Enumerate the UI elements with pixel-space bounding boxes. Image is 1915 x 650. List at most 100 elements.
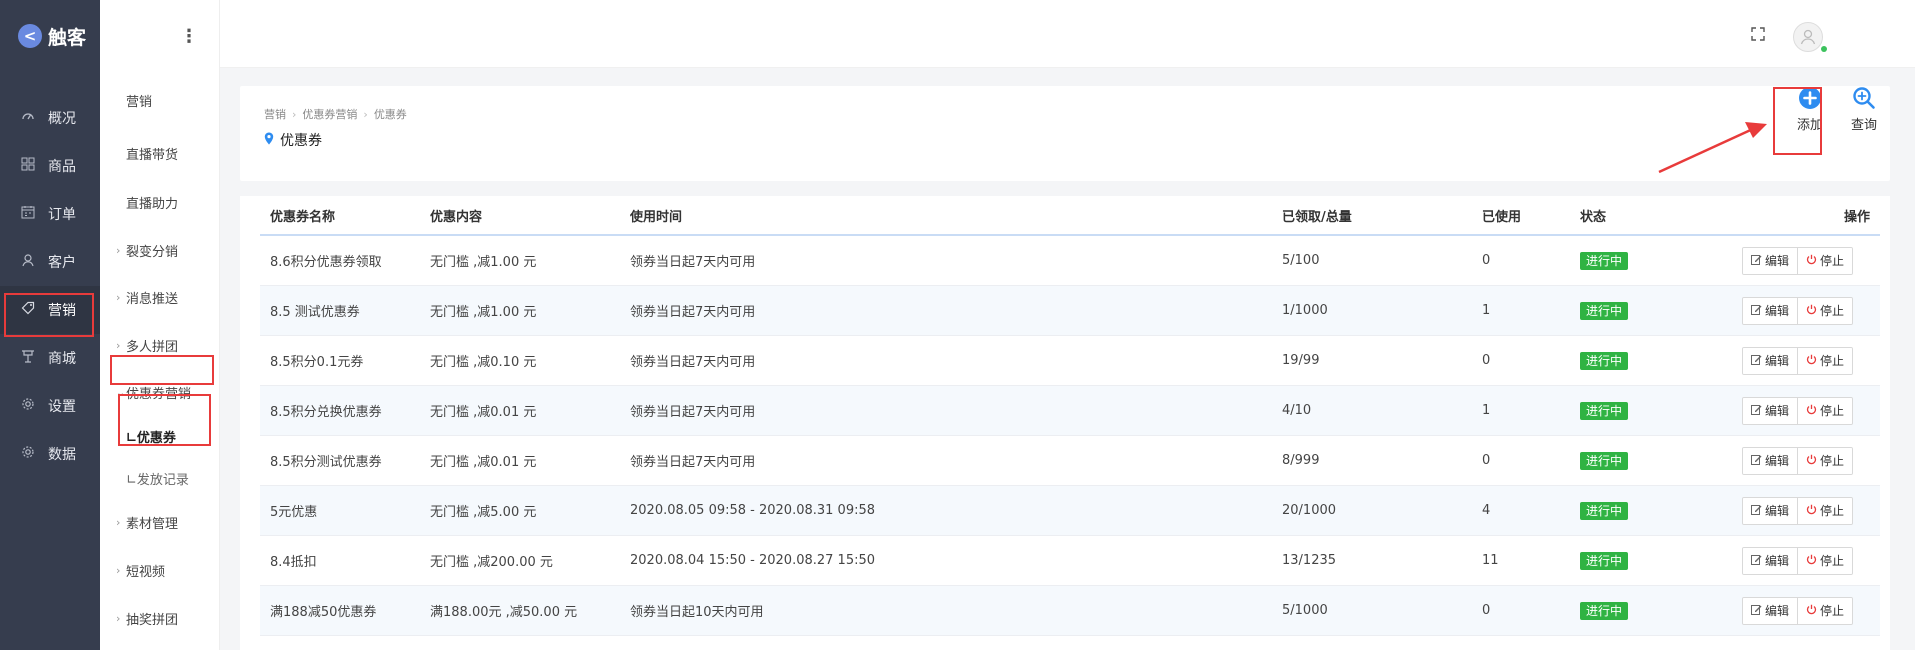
cell-content: 无门槛 ,减200.00 元 [430,555,553,570]
submenu-item[interactable]: › 多人拼团 [100,333,220,357]
chevron-right-icon: › [116,563,121,577]
submenu-item-label: 直播带货 [126,147,179,163]
stop-button[interactable]: 停止 [1797,247,1853,274]
nav-item-label: 数据 [48,447,76,463]
submenu-item[interactable]: › 裂变分销 [100,238,220,262]
menu-toggle-icon[interactable]: ⋮ [100,0,219,72]
nav-item-label: 概况 [48,111,76,127]
table-row: 5元优惠 无门槛 ,减5.00 元 2020.08.05 09:58 - 2020.… [260,486,1880,536]
stop-button[interactable]: 停止 [1797,447,1853,474]
cell-used: 0 [1482,603,1491,618]
nav-item[interactable]: 商城 [0,334,100,382]
chevron-right-icon: › [116,338,121,352]
cell-count: 19/99 [1282,353,1320,368]
edit-icon [1751,604,1762,618]
edit-label: 编辑 [1765,454,1790,468]
power-icon [1806,554,1817,568]
edit-label: 编辑 [1765,554,1790,568]
nav-item[interactable]: 订单 [0,190,100,238]
nav-item-label: 订单 [48,207,76,223]
edit-button[interactable]: 编辑 [1743,297,1798,324]
edit-button[interactable]: 编辑 [1743,497,1798,524]
op-group: 编辑 停止 [1742,596,1854,625]
edit-button[interactable]: 编辑 [1743,597,1798,624]
submenu-item[interactable]: ⌄ 优惠券营销 [100,380,220,404]
submenu-item-label: 裂变分销 [126,244,179,260]
breadcrumb-item[interactable]: 营销 [264,106,286,122]
nav-item-label: 商品 [48,159,76,175]
submenu-item-label: 短视频 [126,564,166,580]
submenu-item-label: 营销 [126,94,153,110]
submenu-item-label: 抽奖拼团 [126,612,179,628]
search-icon [1852,86,1876,110]
op-group: 编辑 停止 [1742,546,1854,575]
page-title-text: 优惠券 [280,133,322,149]
calendar-icon [20,205,36,223]
avatar[interactable] [1793,22,1823,52]
submenu-item-label: ∟优惠券 [126,430,176,446]
stop-button[interactable]: 停止 [1797,297,1853,324]
submenu-item[interactable]: › 消息推送 [100,285,220,309]
op-group: 编辑 停止 [1742,346,1854,375]
edit-button[interactable]: 编辑 [1743,347,1798,374]
submenu-item[interactable]: › 抽奖拼团 [100,606,220,630]
edit-button[interactable]: 编辑 [1743,247,1798,274]
status-cell: 进行中 [1580,352,1629,370]
edit-label: 编辑 [1765,354,1790,368]
header-used: 已使用 [1482,209,1522,225]
nav-item[interactable]: 客户 [0,238,100,286]
power-icon [1806,304,1817,318]
submenu-item[interactable]: 营销 [100,88,220,112]
nav-item[interactable]: 数据 [0,430,100,478]
cell-name: 8.4抵扣 [270,555,317,570]
edit-icon [1751,404,1762,418]
edit-button[interactable]: 编辑 [1743,547,1798,574]
edit-button[interactable]: 编辑 [1743,447,1798,474]
user-icon [20,253,36,271]
tag-icon [20,301,36,319]
app-logo[interactable]: < 触客 [0,0,100,72]
submenu-item[interactable]: 直播带货 [100,141,220,165]
stop-button[interactable]: 停止 [1797,347,1853,374]
stop-button[interactable]: 停止 [1797,397,1853,424]
cell-count: 20/1000 [1282,503,1337,518]
nav-item[interactable]: 商品 [0,142,100,190]
location-pin-icon [264,132,274,149]
submenu-item[interactable]: ∟优惠券 [100,424,220,448]
stop-label: 停止 [1820,404,1845,418]
breadcrumb-item[interactable]: 优惠券营销 [302,106,357,122]
nav-item[interactable]: 营销 [0,286,100,334]
stop-label: 停止 [1820,604,1845,618]
table-row: 8.4抵扣 无门槛 ,减200.00 元 2020.08.04 15:50 - 20… [260,536,1880,586]
submenu-item[interactable]: 直播助力 [100,190,220,214]
stop-button[interactable]: 停止 [1797,497,1853,524]
nav-item[interactable]: 设置 [0,382,100,430]
stop-label: 停止 [1820,354,1845,368]
query-button[interactable]: 查询 [1841,86,1887,133]
cell-name: 5元优惠 [270,505,318,520]
power-icon [1806,604,1817,618]
cell-used: 4 [1482,503,1491,518]
stop-label: 停止 [1820,304,1845,318]
cell-name: 8.5积分测试优惠券 [270,455,382,470]
stop-button[interactable]: 停止 [1797,597,1853,624]
stop-label: 停止 [1820,554,1845,568]
row-actions: 编辑 停止 [1742,446,1854,475]
stop-button[interactable]: 停止 [1797,547,1853,574]
submenu-item[interactable]: › 短视频 [100,558,220,582]
edit-label: 编辑 [1765,304,1790,318]
cell-count: 4/10 [1282,403,1312,418]
submenu-item[interactable]: › 素材管理 [100,510,220,534]
fullscreen-icon[interactable] [1749,26,1767,44]
submenu-item[interactable]: ∟发放记录 [100,466,220,490]
cell-time: 领券当日起10天内可用 [630,605,764,620]
table-row: 8.5积分测试优惠券 无门槛 ,减0.01 元 领券当日起7天内可用 8/999 0 进行… [260,436,1880,486]
nav-item[interactable]: 概况 [0,94,100,142]
cell-used: 1 [1482,403,1491,418]
cell-name: 满188减50优惠券 [270,605,377,620]
breadcrumb-item: 优惠券 [373,108,407,121]
breadcrumb-separator-icon: › [292,107,297,121]
breadcrumb: 营销 › 优惠券营销 › 优惠券 [264,106,407,122]
edit-button[interactable]: 编辑 [1743,397,1798,424]
add-button[interactable]: 添加 [1787,86,1833,133]
